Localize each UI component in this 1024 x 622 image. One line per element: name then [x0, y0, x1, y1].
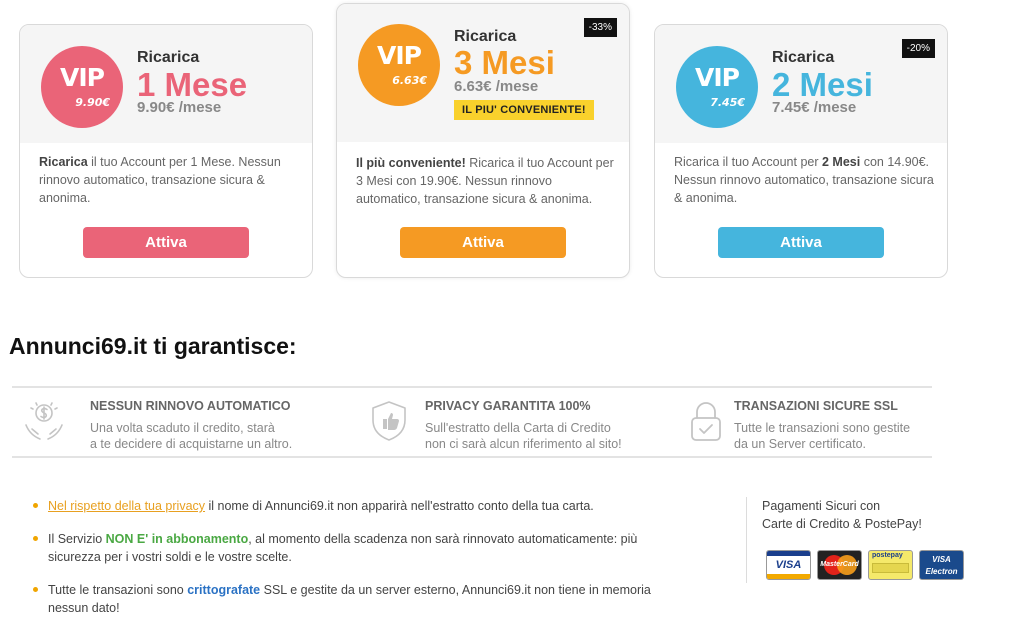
list-item-subscription: Il Servizio NON E' in abbonamento, al mo… — [33, 530, 693, 566]
best-value-label: IL PIU' CONVENIENTE! — [454, 100, 594, 120]
plan-card-1-month: VIP 9.90€ Ricarica 1 Mese 9.90€ /mese Ri… — [19, 24, 313, 278]
plan-price-per-month: 9.90€ /mese — [137, 99, 222, 116]
list-item-privacy: Nel rispetto della tua privacy il nome d… — [33, 497, 693, 515]
shield-thumb-icon — [372, 401, 406, 441]
plan-description: Il più conveniente! Ricarica il tuo Acco… — [356, 156, 614, 206]
vip-label: VIP — [60, 63, 105, 92]
plan-description: Ricarica il tuo Account per 1 Mese. Ness… — [39, 155, 281, 205]
vip-badge: VIP 9.90€ — [41, 46, 123, 128]
guarantee-heading: TRANSAZIONI SICURE SSL — [734, 399, 898, 413]
guarantee-item-privacy: PRIVACY GARANTITA 100% Sull'estratto del… — [367, 388, 657, 456]
guarantee-item-ssl: TRANSAZIONI SICURE SSL Tutte le transazi… — [684, 388, 934, 456]
postepay-card-icon: postepay — [868, 550, 913, 580]
vip-badge: VIP 6.63€ — [358, 24, 440, 106]
mastercard-icon: MasterCard — [817, 550, 862, 580]
money-hands-icon — [25, 402, 63, 440]
discount-badge: -33% — [583, 18, 617, 37]
guarantee-title: Annunci69.it ti garantisce: — [9, 333, 297, 359]
discount-badge: -20% — [901, 39, 935, 58]
list-item-encryption: Tutte le transazioni sono crittografate … — [33, 581, 693, 617]
guarantee-text: Tutte le transazioni sono gestite da un … — [734, 421, 911, 451]
plan-label: Ricarica — [137, 49, 200, 66]
plan-price-per-month: 6.63€ /mese — [454, 78, 539, 95]
privacy-link[interactable]: Nel rispetto della tua privacy — [48, 499, 205, 513]
info-list: Nel rispetto della tua privacy il nome d… — [33, 497, 693, 622]
plan-period: 1 Mese — [137, 66, 248, 103]
vip-label: VIP — [695, 63, 740, 92]
guarantee-heading: NESSUN RINNOVO AUTOMATICO — [90, 399, 291, 413]
plan-description: Ricarica il tuo Account per 2 Mesi con 1… — [674, 155, 934, 205]
plan-label: Ricarica — [772, 49, 835, 66]
plan-period: 2 Mesi — [772, 66, 873, 103]
plan-price-per-month: 7.45€ /mese — [772, 99, 857, 116]
guarantee-text: Sull'estratto della Carta di Credito non… — [425, 421, 622, 451]
plan-card-3-months: VIP 6.63€ Ricarica 3 Mesi 6.63€ /mese IL… — [336, 3, 630, 278]
activate-button-1-month[interactable]: Attiva — [83, 227, 249, 258]
padlock-icon — [691, 402, 721, 441]
payments-divider — [746, 497, 747, 583]
guarantee-box: NESSUN RINNOVO AUTOMATICO Una volta scad… — [12, 386, 932, 458]
guarantee-heading: PRIVACY GARANTITA 100% — [425, 399, 591, 413]
activate-button-3-months[interactable]: Attiva — [400, 227, 566, 258]
visa-electron-card-icon: VISA Electron — [919, 550, 964, 580]
plan-card-2-months: VIP 7.45€ Ricarica 2 Mesi 7.45€ /mese -2… — [654, 24, 948, 278]
visa-card-icon: VISA — [766, 550, 811, 580]
payments-text: Pagamenti Sicuri con Carte di Credito & … — [762, 499, 922, 531]
vip-price: 7.45€ — [710, 96, 745, 109]
guarantee-text: Una volta scaduto il credito, starà a te… — [90, 421, 293, 451]
activate-button-2-months[interactable]: Attiva — [718, 227, 884, 258]
guarantee-item-no-renewal: NESSUN RINNOVO AUTOMATICO Una volta scad… — [22, 388, 362, 456]
vip-price: 6.63€ — [392, 74, 427, 87]
vip-price: 9.90€ — [75, 96, 110, 109]
vip-badge: VIP 7.45€ — [676, 46, 758, 128]
plan-period: 3 Mesi — [454, 44, 555, 81]
vip-label: VIP — [377, 41, 422, 70]
